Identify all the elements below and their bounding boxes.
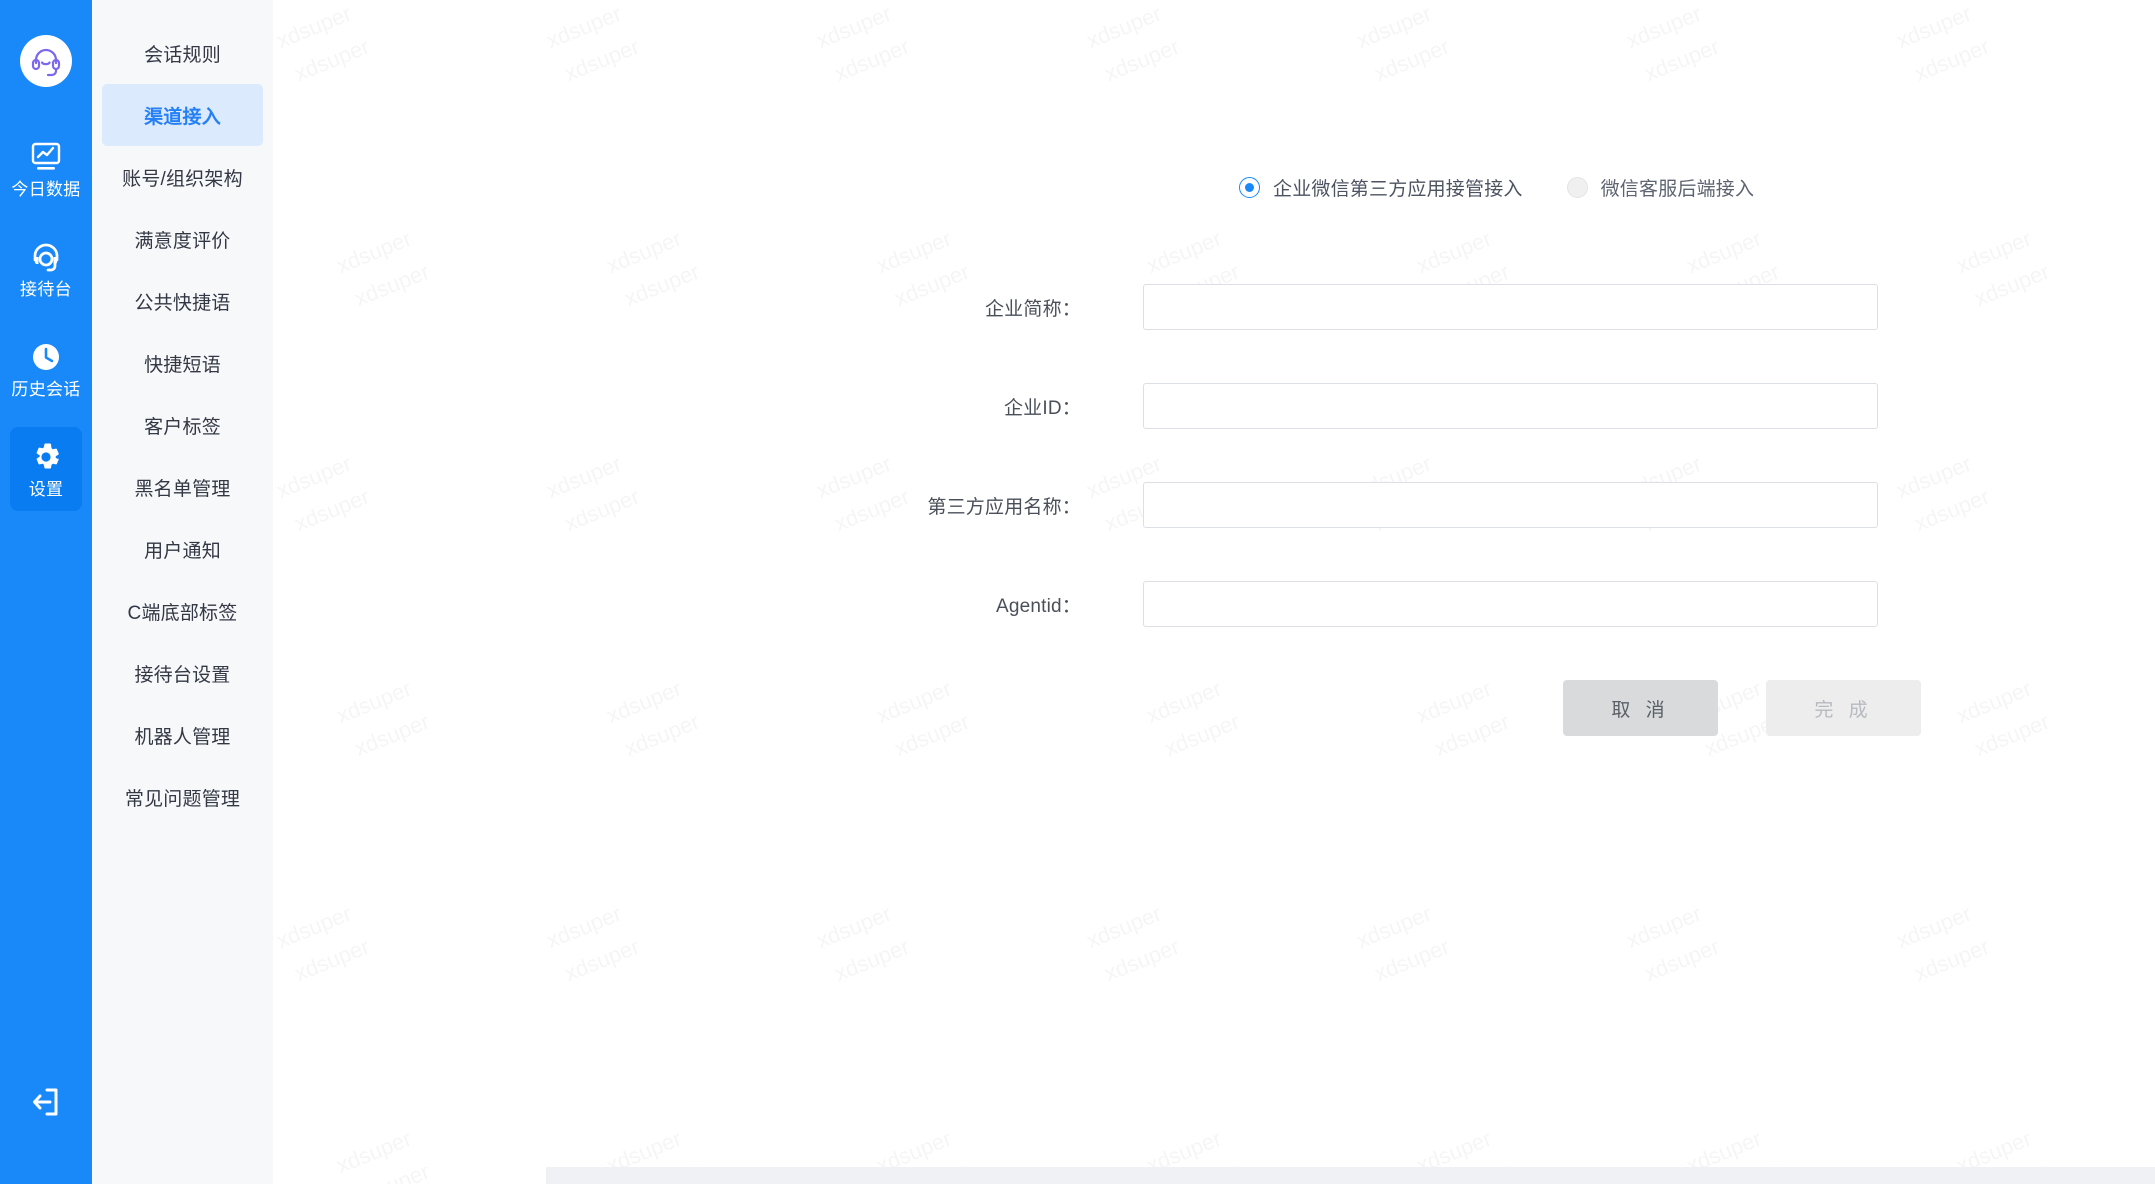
- company-id-label: 企业ID：: [1003, 397, 1081, 419]
- radio-option-wecom-third-party[interactable]: 企业微信第三方应用接管接入: [1239, 174, 1523, 201]
- app-root: 今日数据 接待台 历史会话 设置 会话规则 渠道接入 账号/组织架构 满意度评价…: [0, 0, 2155, 1184]
- rail-item-label: 设置: [28, 480, 64, 499]
- access-type-radio-group: 企业微信第三方应用接管接入 微信客服后端接入: [273, 174, 2155, 201]
- radio-selected-icon: [1239, 177, 1260, 198]
- main-content: xdsuperxdsuperxdsuperxdsuperxdsuperxdsup…: [273, 0, 2155, 1184]
- radio-option-label: 企业微信第三方应用接管接入: [1273, 179, 1523, 200]
- company-short-name-input[interactable]: [1143, 284, 1878, 330]
- channel-access-form: 企业简称： 企业ID： 第三方应用名称： Agentid：: [273, 284, 2155, 627]
- form-row-third-party-app-name: 第三方应用名称：: [273, 482, 2155, 528]
- submenu-item-faq-management[interactable]: 常见问题管理: [102, 766, 263, 828]
- submenu-item-satisfaction[interactable]: 满意度评价: [102, 208, 263, 270]
- rail-item-label: 接待台: [20, 280, 72, 299]
- rail-item-settings[interactable]: 设置: [10, 427, 82, 511]
- submit-button[interactable]: 完 成: [1766, 680, 1921, 736]
- submenu-item-label: 黑名单管理: [134, 478, 231, 500]
- agentid-input[interactable]: [1143, 581, 1878, 627]
- radio-option-wechat-kf-backend[interactable]: 微信客服后端接入: [1566, 174, 1755, 201]
- submenu-item-channel-access[interactable]: 渠道接入: [102, 84, 263, 146]
- logout-icon: [30, 1087, 62, 1122]
- submenu-item-label: 渠道接入: [144, 106, 221, 128]
- form-row-company-short-name: 企业简称：: [273, 284, 2155, 330]
- submenu-item-reception-settings[interactable]: 接待台设置: [102, 642, 263, 704]
- third-party-app-name-label: 第三方应用名称：: [927, 496, 1081, 518]
- rail-item-label: 今日数据: [11, 180, 81, 199]
- submenu-item-label: 接待台设置: [134, 664, 231, 686]
- rail-item-history-sessions[interactable]: 历史会话: [10, 327, 82, 411]
- company-short-name-label: 企业简称：: [984, 298, 1081, 320]
- form-row-company-id: 企业ID：: [273, 383, 2155, 429]
- submenu-item-user-notifications[interactable]: 用户通知: [102, 518, 263, 580]
- rail-item-today-data[interactable]: 今日数据: [10, 127, 82, 211]
- form-row-agentid: Agentid：: [273, 581, 2155, 627]
- rail-item-label: 历史会话: [11, 380, 81, 399]
- cancel-button[interactable]: 取 消: [1563, 680, 1718, 736]
- submenu-item-session-rules[interactable]: 会话规则: [102, 22, 263, 84]
- clock-icon: [29, 340, 63, 374]
- submenu-item-customer-tags[interactable]: 客户标签: [102, 394, 263, 456]
- third-party-app-name-input[interactable]: [1143, 482, 1878, 528]
- submenu-item-label: 用户通知: [144, 540, 221, 562]
- submenu-item-public-quick-replies[interactable]: 公共快捷语: [102, 270, 263, 332]
- company-id-input[interactable]: [1143, 383, 1878, 429]
- headset-logo-icon: [31, 48, 61, 77]
- form-actions: 取 消 完 成: [273, 680, 2155, 736]
- radio-option-label: 微信客服后端接入: [1600, 179, 1755, 200]
- submenu-item-label: 会话规则: [144, 44, 221, 66]
- rail-item-reception-desk[interactable]: 接待台: [10, 227, 82, 311]
- chart-monitor-icon: [29, 140, 63, 174]
- submenu-item-label: 满意度评价: [134, 230, 231, 252]
- rail-nav-list: 今日数据 接待台 历史会话 设置: [0, 127, 92, 527]
- gear-icon: [29, 440, 63, 474]
- submenu-item-robot-management[interactable]: 机器人管理: [102, 704, 263, 766]
- submenu-item-label: 机器人管理: [134, 726, 231, 748]
- submenu-item-label: C端底部标签: [127, 602, 238, 624]
- submenu-item-blacklist[interactable]: 黑名单管理: [102, 456, 263, 518]
- submenu-item-quick-phrases[interactable]: 快捷短语: [102, 332, 263, 394]
- headset-icon: [29, 240, 63, 274]
- submenu-item-label: 常见问题管理: [124, 788, 241, 810]
- submenu-item-account-org[interactable]: 账号/组织架构: [102, 146, 263, 208]
- submenu-item-client-bottom-tags[interactable]: C端底部标签: [102, 580, 263, 642]
- submenu-item-label: 客户标签: [144, 416, 221, 438]
- agentid-label: Agentid：: [995, 595, 1081, 617]
- horizontal-scrollbar[interactable]: [546, 1167, 2155, 1184]
- submenu-item-label: 公共快捷语: [134, 292, 231, 314]
- radio-unselected-icon: [1566, 177, 1588, 198]
- settings-submenu: 会话规则 渠道接入 账号/组织架构 满意度评价 公共快捷语 快捷短语 客户标签 …: [92, 0, 273, 1184]
- primary-nav-rail: 今日数据 接待台 历史会话 设置: [0, 0, 92, 1184]
- logout-button[interactable]: [0, 1087, 92, 1122]
- submenu-item-label: 账号/组织架构: [122, 168, 243, 190]
- submenu-item-label: 快捷短语: [144, 354, 221, 376]
- app-logo: [20, 35, 72, 87]
- channel-access-form-panel: 企业微信第三方应用接管接入 微信客服后端接入 企业简称： 企业ID： 第三方应用…: [273, 174, 2155, 736]
